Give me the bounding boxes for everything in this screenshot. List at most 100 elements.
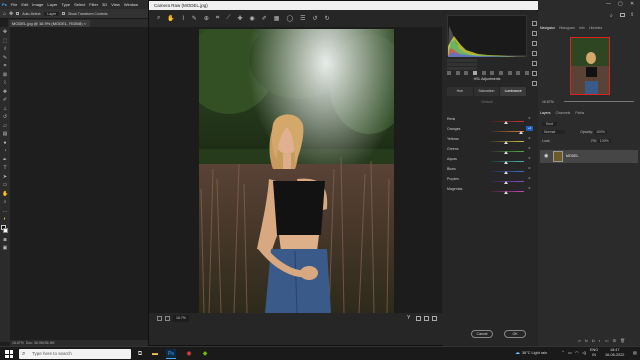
quick-select-icon[interactable]: ✎ [2, 55, 8, 61]
slider-thumb[interactable] [503, 171, 508, 174]
layer-select[interactable]: Layer [44, 11, 60, 16]
stamp-icon[interactable]: ⊥ [2, 106, 8, 112]
tab-navigator[interactable]: Navigator [540, 26, 555, 33]
white-balance-icon[interactable]: ⌇ [182, 15, 185, 22]
link-icon[interactable]: ∞ [578, 338, 581, 344]
new-layer-icon[interactable]: ⊞ [613, 338, 616, 344]
tone-curve-icon[interactable] [455, 71, 460, 75]
lasso-icon[interactable]: ℓ [2, 46, 8, 52]
hand-icon[interactable]: ✋ [2, 191, 8, 197]
fx-icon[interactable]: fx [585, 338, 588, 344]
share-icon[interactable]: ⇪ [630, 12, 634, 18]
transform-checkbox[interactable] [62, 12, 66, 15]
fill-value[interactable]: 100% [597, 139, 611, 143]
color-sampler-icon[interactable]: ✎ [192, 15, 197, 22]
layer-row-model[interactable]: ◉ MODEL [540, 150, 638, 163]
eraser-icon[interactable]: ▱ [2, 123, 8, 129]
zoom-out-icon[interactable] [157, 316, 162, 321]
tab-luminance[interactable]: Luminance [500, 87, 528, 96]
quick-mask-icon[interactable]: ◙ [2, 237, 8, 243]
photoshop-taskbar-icon[interactable]: Ps [166, 349, 176, 359]
move-icon[interactable]: ✥ [2, 29, 8, 35]
more-tools-icon[interactable]: … [2, 208, 8, 214]
camera-raw-preview[interactable] [149, 27, 442, 313]
shape-icon[interactable]: ▭ [2, 182, 8, 188]
blur-icon[interactable]: ● [2, 140, 8, 146]
history-brush-icon[interactable]: ↺ [2, 114, 8, 120]
rotate-left-icon[interactable]: ↺ [313, 15, 318, 22]
lens-icon[interactable] [490, 71, 495, 75]
tab-info[interactable]: Info [579, 26, 585, 33]
basic-panel-icon[interactable] [447, 71, 451, 75]
zoom-in-icon[interactable] [165, 316, 170, 321]
calibration-icon[interactable] [507, 71, 512, 75]
menu-select[interactable]: Select [74, 2, 85, 7]
trash-icon[interactable]: 🗑 [620, 338, 625, 344]
tab-histogram[interactable]: Histogram [559, 26, 575, 33]
more-icon[interactable] [531, 81, 537, 86]
cancel-button[interactable]: Cancel [471, 330, 493, 338]
crop-icon[interactable]: ⌗ [2, 63, 8, 69]
edit-icon[interactable] [531, 21, 537, 26]
slider-thumb[interactable] [503, 141, 508, 144]
edit-toolbar-icon[interactable]: ◐ [2, 216, 8, 222]
weather-text[interactable]: 36°C Light rain [522, 351, 547, 355]
hsl-panel-icon[interactable] [472, 71, 477, 75]
maximize-icon[interactable]: ▢ [618, 1, 623, 7]
marquee-icon[interactable]: ⬚ [2, 38, 8, 44]
workspace-icon[interactable] [620, 13, 625, 17]
file-explorer-icon[interactable]: ▬ [150, 349, 160, 359]
home-icon[interactable]: ⌂ [3, 11, 6, 17]
minimize-icon[interactable]: — [606, 1, 611, 7]
wifi-icon[interactable]: ◠ [575, 350, 578, 355]
slider-thumb[interactable] [519, 131, 524, 134]
ps-zoom-level[interactable]: 16.67% [12, 341, 24, 345]
zoom-icon[interactable]: ⌕ [2, 199, 8, 205]
auto-select-checkbox[interactable] [16, 12, 20, 15]
slider-thumb[interactable] [503, 191, 508, 194]
tab-layers[interactable]: Layers [540, 111, 551, 118]
redeye-strip-icon[interactable] [531, 61, 537, 66]
tray-chevron-icon[interactable]: ^ [562, 350, 564, 354]
close-icon[interactable]: × [84, 21, 86, 26]
tab-libraries[interactable]: Libraries [589, 26, 602, 33]
slider-thumb[interactable] [503, 161, 508, 164]
tab-hue[interactable]: Hue [447, 87, 474, 96]
windows-start-icon[interactable] [5, 350, 13, 358]
default-link[interactable]: Default [447, 100, 527, 104]
filter-kind-select[interactable]: Kind [542, 122, 558, 126]
ok-button[interactable]: OK [504, 330, 526, 338]
navigator-thumbnail[interactable] [570, 37, 610, 95]
presets-icon[interactable] [516, 71, 521, 75]
slider-thumb[interactable] [503, 121, 508, 124]
search-icon[interactable]: ⌕ [610, 13, 613, 19]
menu-window[interactable]: Window [124, 2, 138, 7]
weather-icon[interactable]: ☁ [515, 350, 520, 356]
screen-mode-icon[interactable]: ▣ [2, 245, 8, 251]
slider-thumb[interactable] [503, 181, 508, 184]
tab-channels[interactable]: Channels [556, 111, 571, 118]
split-toning-icon[interactable] [481, 71, 486, 75]
notifications-icon[interactable]: ▤ [633, 350, 637, 355]
slider-thumb[interactable] [503, 151, 508, 154]
navigator-zoom[interactable]: 16.67% [542, 100, 554, 104]
ps-logo-icon[interactable]: Ps [2, 2, 7, 7]
crop-tool-icon[interactable]: ⌗ [216, 15, 219, 22]
hand-tool-icon[interactable]: ✋ [167, 15, 174, 22]
document-tab[interactable]: MODEL.jpg @ 16.9% (MODEL, RGB/8) × [10, 20, 90, 27]
menu-3d[interactable]: 3D [102, 2, 107, 7]
heal-strip-icon[interactable] [531, 41, 537, 46]
chrome-icon[interactable]: ◉ [184, 349, 194, 359]
menu-view[interactable]: View [111, 2, 120, 7]
preferences-icon[interactable]: ☰ [300, 15, 305, 22]
spot-removal-icon[interactable]: ✚ [237, 15, 242, 22]
frame-icon[interactable]: ⊠ [2, 72, 8, 78]
group-icon[interactable]: ▭ [605, 338, 609, 344]
close-window-icon[interactable]: ✕ [630, 1, 634, 7]
crop-strip-icon[interactable] [531, 31, 537, 36]
path-select-icon[interactable]: ➤ [2, 174, 8, 180]
type-icon[interactable]: T [2, 165, 8, 171]
menu-layer[interactable]: Layer [47, 2, 57, 7]
adjustment-icon[interactable]: ◐ [598, 338, 600, 344]
pen-icon[interactable]: ✒ [2, 157, 8, 163]
